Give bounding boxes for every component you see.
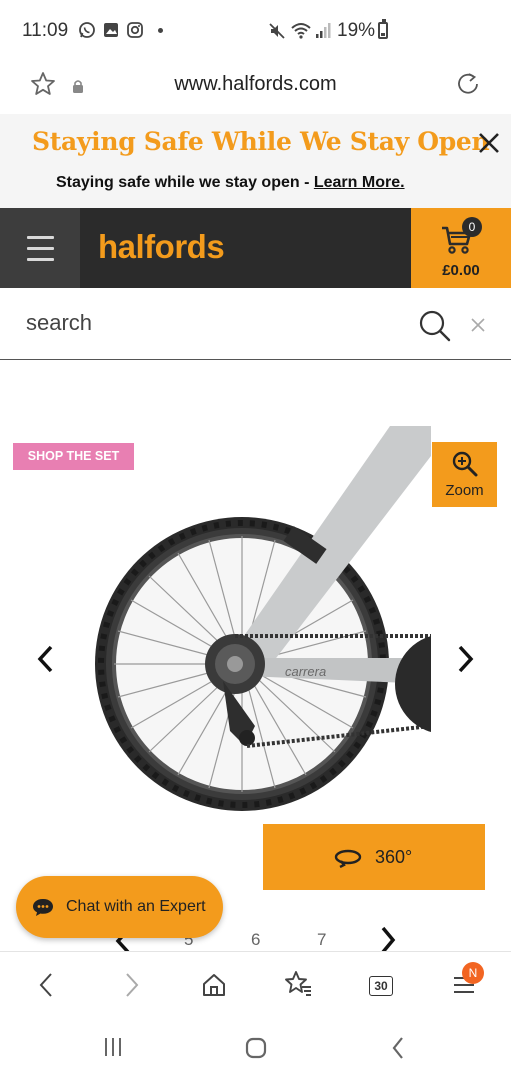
recent-apps-icon[interactable] [102, 1036, 124, 1058]
notice-text: Staying safe while we stay open - [56, 174, 314, 191]
rotate-360-icon [334, 849, 362, 868]
notice-text-line: Staying safe while we stay open - Learn … [56, 174, 405, 192]
android-nav-bar [0, 1018, 511, 1080]
bike-product-image: carrera [95, 426, 431, 811]
gallery-icon [104, 23, 118, 37]
menu-button[interactable] [0, 208, 80, 288]
zoom-button[interactable]: Zoom [432, 442, 497, 507]
chat-label: Chat with an Expert [66, 898, 206, 915]
previous-image-icon[interactable] [34, 644, 58, 674]
chat-bubble-icon [33, 899, 53, 916]
notification-badge: N [462, 962, 484, 984]
halfords-logo[interactable]: halfords [98, 228, 225, 266]
basket-count: 0 [462, 217, 482, 237]
chat-with-expert-button[interactable]: Chat with an Expert [16, 876, 223, 938]
next-image-icon[interactable] [453, 644, 477, 674]
status-bar: 11:09 19% [0, 0, 511, 64]
browser-url-bar: www.halfords.com [0, 64, 511, 114]
close-icon[interactable] [476, 130, 502, 156]
basket-button[interactable]: 0 £0.00 [411, 208, 511, 288]
search-input[interactable] [26, 310, 386, 336]
notice-title: Staying Safe While We Stay Open [32, 127, 490, 156]
android-home-icon[interactable] [244, 1036, 268, 1060]
pager-item[interactable]: 6 [251, 930, 260, 950]
browser-toolbar: 30 N [0, 951, 511, 1018]
site-header: halfords 0 £0.00 [0, 208, 511, 288]
safety-notice-banner: Staying Safe While We Stay Open Staying … [0, 114, 511, 208]
battery-icon [378, 19, 388, 39]
basket-total: £0.00 [442, 262, 480, 279]
signal-icon [316, 23, 331, 38]
bookmarks-icon[interactable] [283, 970, 313, 998]
shop-the-set-badge[interactable]: SHOP THE SET [13, 443, 134, 470]
battery-level: 19% [337, 20, 376, 41]
tab-count[interactable]: 30 [369, 976, 393, 996]
status-dot [158, 28, 163, 33]
product-gallery: carrera SHOP THE SET Zoom 360° 5 6 7 [0, 361, 511, 954]
url-text[interactable]: www.halfords.com [0, 73, 511, 96]
status-time: 11:09 [22, 20, 69, 41]
svg-text:carrera: carrera [285, 664, 326, 679]
wifi-icon [291, 23, 311, 39]
search-icon[interactable] [418, 309, 452, 343]
view-360-button[interactable]: 360° [263, 824, 485, 890]
instagram-icon [127, 22, 143, 38]
home-icon[interactable] [201, 972, 227, 998]
clear-search-icon[interactable] [470, 317, 486, 333]
back-icon[interactable] [36, 970, 56, 1000]
android-back-icon[interactable] [390, 1035, 406, 1061]
pager-item[interactable]: 7 [317, 930, 326, 950]
zoom-label: Zoom [445, 482, 484, 499]
search-bar [0, 288, 511, 360]
reload-icon[interactable] [455, 71, 481, 97]
pager-next-icon[interactable] [377, 926, 399, 954]
learn-more-link[interactable]: Learn More. [314, 174, 405, 191]
whatsapp-icon [79, 22, 95, 38]
zoom-in-icon [452, 451, 478, 477]
mute-icon [269, 23, 285, 39]
forward-icon[interactable] [122, 970, 142, 1000]
view-360-label: 360° [375, 847, 413, 867]
